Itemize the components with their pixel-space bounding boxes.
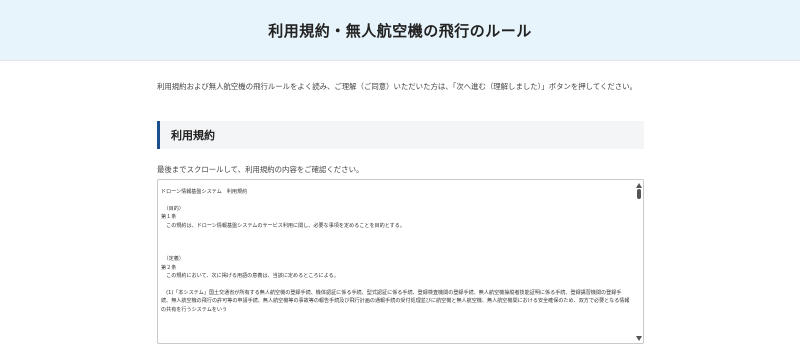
page-header: 利用規約・無人航空機の飛行のルール [0, 0, 800, 61]
terms-line: 第１条 [161, 214, 177, 221]
terms-line [161, 238, 631, 246]
triangle-up-icon[interactable] [636, 182, 642, 188]
triangle-down-icon[interactable] [636, 335, 642, 341]
terms-scrollbar[interactable] [635, 180, 643, 343]
terms-line: （目的） [161, 205, 184, 212]
terms-line: この規約において、次に掲げる用語の意義は、当該に定めるところによる。 [161, 272, 339, 279]
terms-line [161, 196, 631, 204]
section-heading-label: 利用規約 [171, 129, 215, 142]
terms-line: ドローン情報基盤システム 利用規約 [161, 189, 248, 195]
terms-line: この規約は、ドローン情報基盤システムのサービス利用に関し、必要な事項を定めること… [161, 222, 405, 229]
terms-content: ドローン情報基盤システム 利用規約 （目的） 第１条 この規約は、ドローン情報基… [161, 188, 631, 314]
terms-scroll-box[interactable]: ドローン情報基盤システム 利用規約 （目的） 第１条 この規約は、ドローン情報基… [157, 179, 644, 344]
terms-line: （定義） [161, 256, 184, 263]
terms-line: 第２条 [161, 264, 177, 271]
terms-line [161, 247, 631, 255]
terms-line: (1)「本システム」国土交通省が所有する無人航空機の登録手続、機体認証に係る手続… [161, 289, 630, 313]
scrollbar-thumb[interactable] [637, 189, 641, 199]
terms-line [161, 230, 631, 238]
intro-text: 利用規約および無人航空機の飛行ルールをよく読み、ご理解（ご同意）いただいた方は、… [157, 82, 637, 91]
scroll-instruction: 最後までスクロールして、利用規約の内容をご確認ください。 [157, 165, 364, 174]
page-title: 利用規約・無人航空機の飛行のルール [268, 21, 532, 40]
terms-line [161, 280, 631, 288]
section-heading-terms: 利用規約 [157, 121, 644, 149]
